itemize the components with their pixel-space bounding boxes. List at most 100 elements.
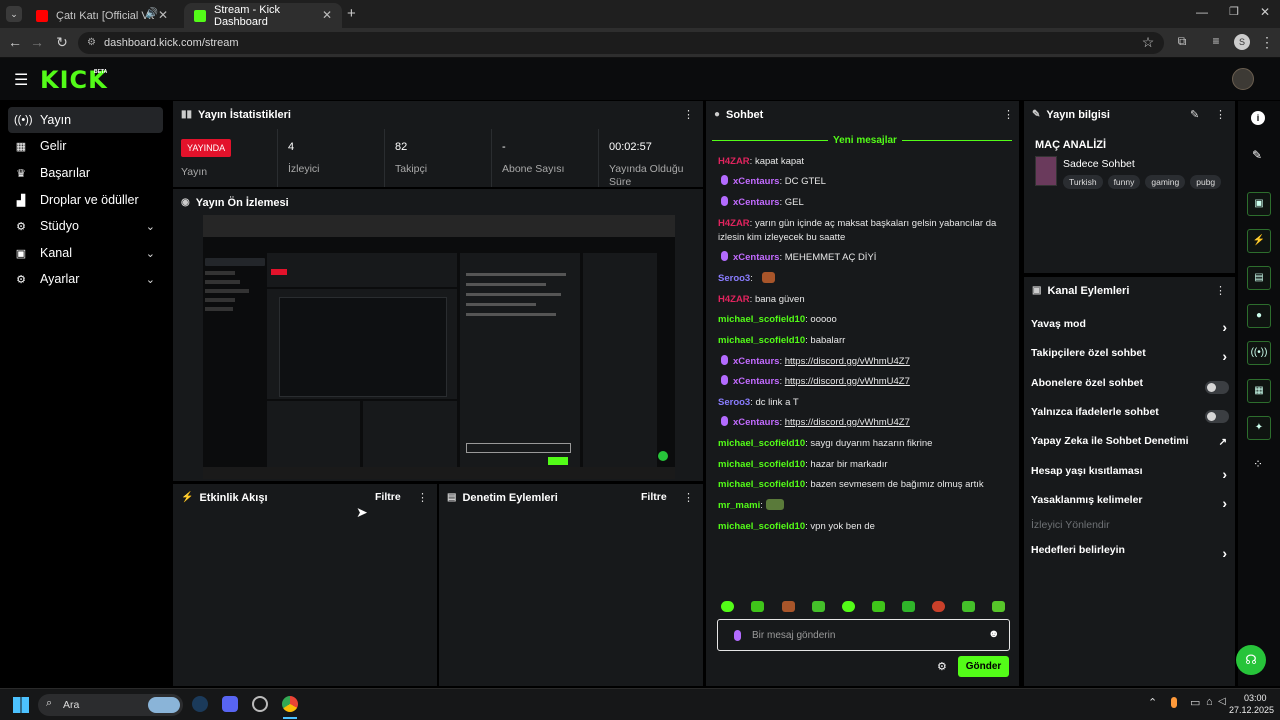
browser-menu-icon[interactable]: ⋮: [1258, 34, 1276, 51]
clock-date[interactable]: 27.12.2025: [1229, 705, 1274, 715]
sidebar-item-studyo[interactable]: ⚙ Stüdyo ⌄: [8, 213, 163, 239]
obs-icon[interactable]: [252, 696, 268, 712]
microphone-icon[interactable]: [1171, 697, 1177, 708]
windows-start-icon[interactable]: [13, 697, 29, 713]
volume-icon[interactable]: ◁: [1218, 696, 1226, 707]
lightning-icon[interactable]: ⚡: [1247, 229, 1271, 253]
emote-icon[interactable]: [721, 601, 734, 612]
emote-icon[interactable]: [992, 601, 1005, 612]
sidebar-item-yayin[interactable]: ((•)) Yayın: [8, 107, 163, 133]
chat-username[interactable]: xCentaurs: [733, 376, 779, 387]
taskbar-search[interactable]: ⌕ Ara: [38, 694, 183, 716]
chat-username[interactable]: michael_scofield10: [718, 521, 805, 532]
schedule-icon[interactable]: ▦: [1247, 379, 1271, 403]
emoji-picker-icon[interactable]: ☻: [988, 628, 1000, 640]
forward-icon[interactable]: →: [28, 34, 46, 50]
sidebar-item-gelir[interactable]: ▦ Gelir: [8, 133, 163, 159]
chevron-down-icon[interactable]: ⌄: [146, 273, 155, 286]
chevron-down-icon[interactable]: ⌄: [146, 220, 155, 233]
emote-icon[interactable]: [751, 601, 764, 612]
maximize-icon[interactable]: ❐: [1229, 5, 1239, 18]
close-window-icon[interactable]: ✕: [1260, 5, 1270, 19]
discord-icon[interactable]: [222, 696, 238, 712]
channel-action-goals[interactable]: Hedefleri belirleyin ›: [1031, 544, 1231, 564]
more-options-icon[interactable]: ⋮: [683, 491, 694, 504]
user-avatar[interactable]: [1232, 68, 1254, 90]
chat-username[interactable]: H4ZAR: [718, 218, 750, 229]
display-icon[interactable]: ▭: [1190, 696, 1200, 709]
site-info-icon[interactable]: ⚙: [87, 32, 96, 54]
emote-icon[interactable]: [932, 601, 945, 612]
channel-action-account-age[interactable]: Hesap yaşı kısıtlaması ›: [1031, 465, 1231, 485]
chat-username[interactable]: Seroo3: [718, 273, 750, 284]
chat-username[interactable]: xCentaurs: [733, 252, 779, 263]
chat-username[interactable]: xCentaurs: [733, 197, 779, 208]
sidebar-item-kanal[interactable]: ▣ Kanal ⌄: [8, 240, 163, 266]
category-name[interactable]: Sadece Sohbet: [1063, 158, 1135, 170]
steam-icon[interactable]: [192, 696, 208, 712]
support-chat-icon[interactable]: ☊: [1236, 645, 1266, 675]
subscribers-only-toggle[interactable]: [1205, 381, 1229, 394]
wrench-icon[interactable]: ✦: [1247, 416, 1271, 440]
browser-tab-kick[interactable]: Stream - Kick Dashboard ✕: [184, 3, 342, 28]
chat-link[interactable]: https://discord.gg/vWhmU4Z7: [785, 417, 910, 428]
more-options-icon[interactable]: ⋮: [1003, 108, 1014, 121]
new-tab-icon[interactable]: +: [347, 5, 356, 22]
chat-username[interactable]: xCentaurs: [733, 176, 779, 187]
audio-icon[interactable]: 🔊: [146, 8, 158, 19]
filter-button[interactable]: Filtre: [375, 491, 401, 503]
broadcast-icon[interactable]: ((•)): [1247, 341, 1271, 365]
address-bar[interactable]: ⚙ dashboard.kick.com/stream: [78, 32, 1164, 54]
channel-action-slow-mode[interactable]: Yavaş mod ›: [1031, 318, 1231, 338]
back-icon[interactable]: ←: [6, 34, 24, 50]
channel-action-ai-moderation[interactable]: Yapay Zeka ile Sohbet Denetimi ↗: [1031, 435, 1231, 455]
clock-time[interactable]: 03:00: [1244, 693, 1267, 703]
stream-preview-video[interactable]: [203, 215, 675, 479]
extensions-icon[interactable]: ⧉: [1173, 34, 1191, 49]
emote-icon[interactable]: [872, 601, 885, 612]
edit-icon[interactable]: ✎: [1190, 108, 1199, 121]
emote-icon[interactable]: [782, 601, 795, 612]
tray-chevron-up-icon[interactable]: ⌃: [1148, 696, 1157, 709]
chat-username[interactable]: xCentaurs: [733, 356, 779, 367]
emote-icon[interactable]: [962, 601, 975, 612]
emote-icon[interactable]: [842, 601, 855, 612]
channel-action-followers-only[interactable]: Takipçilere özel sohbet ›: [1031, 347, 1231, 367]
clip-icon[interactable]: ▣: [1247, 192, 1271, 216]
tag[interactable]: Turkish: [1063, 175, 1103, 189]
chat-username[interactable]: michael_scofield10: [718, 438, 805, 449]
chat-link[interactable]: https://discord.gg/vWhmU4Z7: [785, 376, 910, 387]
more-options-icon[interactable]: ⋮: [1215, 108, 1226, 121]
chat-link[interactable]: https://discord.gg/vWhmU4Z7: [785, 356, 910, 367]
sidebar-item-basarilar[interactable]: ♛ Başarılar: [8, 160, 163, 186]
tab-search-chevron-icon[interactable]: ⌄: [6, 6, 22, 22]
emotes-only-toggle[interactable]: [1205, 410, 1229, 423]
send-button[interactable]: Gönder: [958, 656, 1009, 677]
info-icon[interactable]: i: [1251, 111, 1265, 125]
chat-settings-icon[interactable]: ⚙: [937, 660, 947, 673]
more-options-icon[interactable]: ⋮: [1215, 284, 1226, 297]
add-widget-icon[interactable]: ⁘: [1253, 457, 1263, 471]
chat-username[interactable]: michael_scofield10: [718, 459, 805, 470]
notes-icon[interactable]: ▤: [1247, 266, 1271, 290]
chat-username[interactable]: michael_scofield10: [718, 335, 805, 346]
more-options-icon[interactable]: ⋮: [683, 108, 694, 121]
chat-username[interactable]: Seroo3: [718, 397, 750, 408]
channel-action-banned-words[interactable]: Yasaklanmış kelimeler ›: [1031, 494, 1231, 514]
chat-username[interactable]: michael_scofield10: [718, 479, 805, 490]
emote-icon[interactable]: [902, 601, 915, 612]
chat-input-box[interactable]: Bir mesaj gönderin ☻: [717, 619, 1010, 651]
tag[interactable]: gaming: [1145, 175, 1186, 189]
close-icon[interactable]: ✕: [158, 8, 168, 22]
sidebar-item-ayarlar[interactable]: ⚙ Ayarlar ⌄: [8, 266, 163, 292]
chat-username[interactable]: mr_mami: [718, 500, 760, 511]
chat-username[interactable]: H4ZAR: [718, 156, 750, 167]
chrome-icon[interactable]: [282, 696, 298, 712]
hamburger-menu-icon[interactable]: ☰: [14, 70, 28, 90]
browser-tab-youtube[interactable]: Çatı Katı [Official Video] - G 🔊 ✕: [26, 3, 178, 28]
media-control-icon[interactable]: ≡: [1207, 34, 1225, 48]
tag[interactable]: funny: [1107, 175, 1141, 189]
filter-button[interactable]: Filtre: [641, 491, 667, 503]
bookmark-star-icon[interactable]: ☆: [1139, 34, 1157, 51]
chat-username[interactable]: michael_scofield10: [718, 314, 805, 325]
